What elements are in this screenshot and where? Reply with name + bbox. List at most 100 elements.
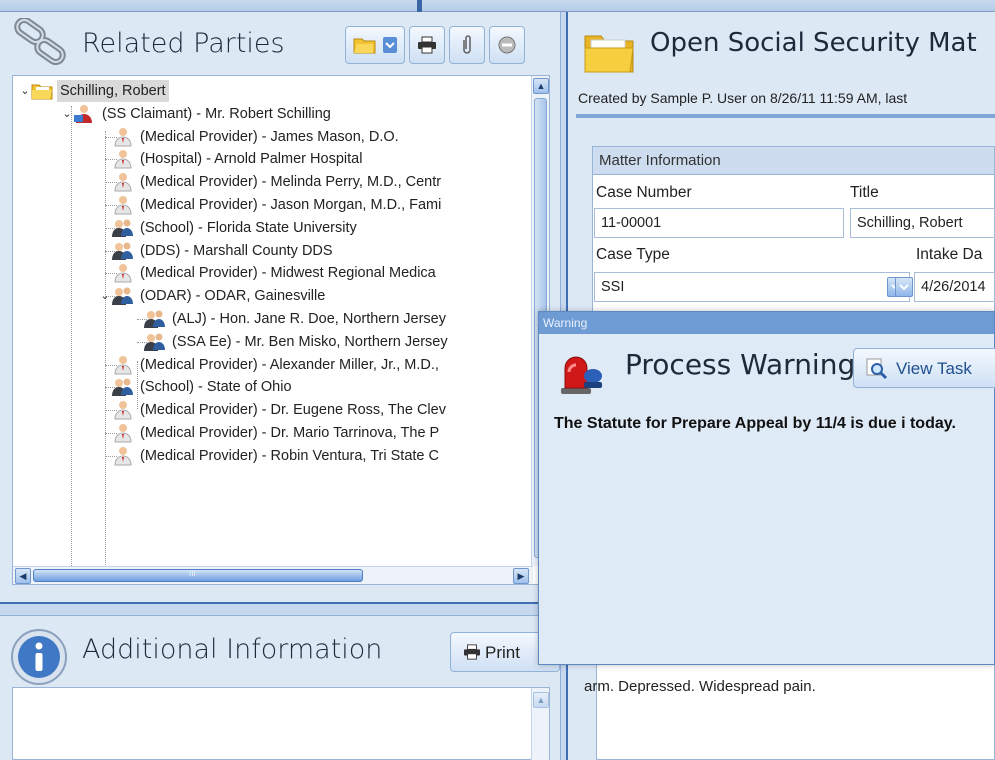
horizontal-splitter[interactable] (0, 602, 560, 616)
warning-message: The Statute for Prepare Appeal by 11/4 i… (554, 415, 956, 432)
tree-item-label: (ALJ) - Hon. Jane R. Doe, Northern Jerse… (172, 311, 446, 327)
case-type-label: Case Type (596, 246, 670, 263)
minus-circle-icon (498, 36, 516, 54)
magnifier-icon (866, 358, 888, 380)
case-type-select[interactable]: SSI (594, 272, 910, 302)
notes-text: arm. Depressed. Widespread pain. (584, 678, 816, 695)
tree-item[interactable]: ⌄ Schilling, Robert (19, 80, 169, 102)
tree-item-label: (Medical Provider) - Midwest Regional Me… (140, 265, 436, 282)
doctor-icon (111, 263, 133, 283)
tree-item[interactable]: (Hospital) - Arnold Palmer Hospital (99, 148, 365, 170)
addinfo-scrollbar[interactable]: ▲ (531, 688, 549, 760)
tree-item-label: (Medical Provider) - Dr. Eugene Ross, Th… (140, 402, 446, 419)
tree-item-label: (DDS) - Marshall County DDS (140, 242, 333, 259)
tree-item-label: (School) - State of Ohio (140, 379, 292, 396)
remove-party-button[interactable] (489, 26, 525, 64)
tree-item[interactable]: ⌄ (ODAR) - ODAR, Gainesville (99, 285, 328, 307)
case-number-field[interactable]: 11-00001 (594, 208, 844, 238)
doctor-icon (111, 446, 133, 466)
intake-date-value: 4/26/2014 (921, 279, 986, 295)
printer-icon (418, 36, 436, 54)
scroll-up-arrow-icon[interactable]: ▲ (533, 692, 549, 708)
tree-item-label: (Medical Provider) - James Mason, D.O. (140, 128, 399, 145)
tree-item-label: (Medical Provider) - Robin Ventura, Tri … (140, 447, 439, 464)
tree-guide-line (71, 106, 72, 566)
info-icon (11, 629, 67, 685)
scroll-left-arrow-icon[interactable]: ◀ (15, 568, 31, 584)
related-parties-tree: ⌄ Schilling, Robert ⌄ (SS Claimant) - Mr. R… (12, 75, 550, 585)
expand-caret-icon[interactable]: ⌄ (61, 103, 73, 125)
matter-title: Open Social Security Mat (650, 28, 977, 58)
print-label: Print (485, 643, 520, 662)
top-toolbar-strip (0, 0, 995, 12)
process-warning-heading: Process Warning (625, 348, 856, 381)
doctor-icon (111, 355, 133, 375)
tree-item-label: (SSA Ee) - Mr. Ben Misko, Northern Jerse… (172, 333, 448, 350)
tree-item-label: (Medical Provider) - Alexander Miller, J… (140, 356, 439, 373)
top-splitter[interactable] (417, 0, 422, 12)
tree-item-label: (ODAR) - ODAR, Gainesville (140, 288, 326, 305)
printer-icon (464, 644, 480, 660)
case-number-label: Case Number (596, 184, 692, 201)
title-field[interactable]: Schilling, Robert (850, 208, 995, 238)
tree-item[interactable]: ⌄ (SS Claimant) - Mr. Robert Schilling (61, 103, 334, 125)
scroll-right-arrow-icon[interactable]: ▶ (513, 568, 529, 584)
tree-item[interactable]: (Medical Provider) - Jason Morgan, M.D.,… (99, 194, 444, 216)
warning-dialog: Warning Process Warning View Task The St… (538, 311, 995, 665)
hscroll-grip: III (189, 569, 196, 578)
doctor-icon (111, 172, 133, 192)
intake-date-field[interactable]: 4/26/2014 (914, 272, 995, 302)
tree-item-label: (Medical Provider) - Jason Morgan, M.D.,… (140, 197, 442, 213)
view-task-label: View Task (896, 359, 972, 378)
tree-item[interactable]: (Medical Provider) - James Mason, D.O. (99, 126, 402, 148)
tree-item[interactable]: (School) - State of Ohio (99, 376, 295, 398)
tree-item[interactable]: (Medical Provider) - Robin Ventura, Tri … (99, 445, 442, 467)
tree-item[interactable]: (Medical Provider) - Midwest Regional Me… (99, 262, 439, 284)
tree-hscroll-thumb[interactable]: III (33, 569, 363, 582)
additional-information-title: Additional Information (82, 634, 383, 665)
organization-icon (111, 218, 133, 238)
folder-add-icon (353, 38, 376, 54)
tree-item-label: Schilling, Robert (57, 80, 169, 102)
tree-item[interactable]: (ALJ) - Hon. Jane R. Doe, Northern Jerse… (131, 308, 449, 330)
tree-item-label: (Medical Provider) - Melinda Perry, M.D.… (140, 174, 442, 191)
tree-item[interactable]: (Medical Provider) - Melinda Perry, M.D.… (99, 171, 444, 193)
tree-item-label: (School) - Florida State University (140, 219, 357, 236)
organization-icon (143, 309, 165, 329)
expand-caret-icon[interactable]: ⌄ (19, 80, 31, 102)
created-by-text: Created by Sample P. User on 8/26/11 11:… (578, 90, 908, 106)
chain-link-icon (14, 18, 66, 66)
expand-caret-icon[interactable]: ⌄ (99, 285, 111, 307)
case-type-dropdown-arrow[interactable] (895, 277, 913, 297)
organization-icon (111, 241, 133, 261)
tree-item[interactable]: (Medical Provider) - Dr. Mario Tarrinova… (99, 422, 442, 444)
tree-item[interactable]: (SSA Ee) - Mr. Ben Misko, Northern Jerse… (131, 331, 451, 353)
add-party-dropdown-button[interactable] (345, 26, 405, 64)
doctor-icon (111, 423, 133, 443)
title-label: Title (850, 184, 879, 201)
tree-item-label: (Medical Provider) - Dr. Mario Tarrinova… (140, 425, 440, 441)
header-divider (576, 114, 995, 118)
additional-information-box[interactable]: ▲ (12, 687, 550, 760)
chevron-down-icon (383, 37, 397, 53)
open-folder-icon (584, 35, 634, 73)
warning-title-bar[interactable]: Warning (539, 312, 994, 334)
case-type-value: SSI (601, 279, 625, 295)
tree-item[interactable]: (School) - Florida State University (99, 217, 360, 239)
view-task-button[interactable]: View Task (853, 348, 995, 388)
tree-item[interactable]: (DDS) - Marshall County DDS (99, 240, 336, 262)
tree-item[interactable]: (Medical Provider) - Alexander Miller, J… (99, 354, 442, 376)
tree-horizontal-scrollbar[interactable]: ◀ III ▶ (13, 566, 533, 584)
related-parties-title: Related Parties (82, 28, 285, 59)
tree-item-label: (Hospital) - Arnold Palmer Hospital (140, 151, 363, 168)
organization-icon (111, 286, 133, 306)
scroll-up-arrow-icon[interactable]: ▲ (533, 78, 549, 94)
matter-information-header: Matter Information (593, 147, 994, 175)
attach-button[interactable] (449, 26, 485, 64)
doctor-icon (111, 149, 133, 169)
folder-icon (31, 81, 53, 101)
organization-icon (143, 332, 165, 352)
tree-item[interactable]: (Medical Provider) - Dr. Eugene Ross, Th… (99, 399, 449, 421)
print-tree-button[interactable] (409, 26, 445, 64)
organization-icon (111, 377, 133, 397)
